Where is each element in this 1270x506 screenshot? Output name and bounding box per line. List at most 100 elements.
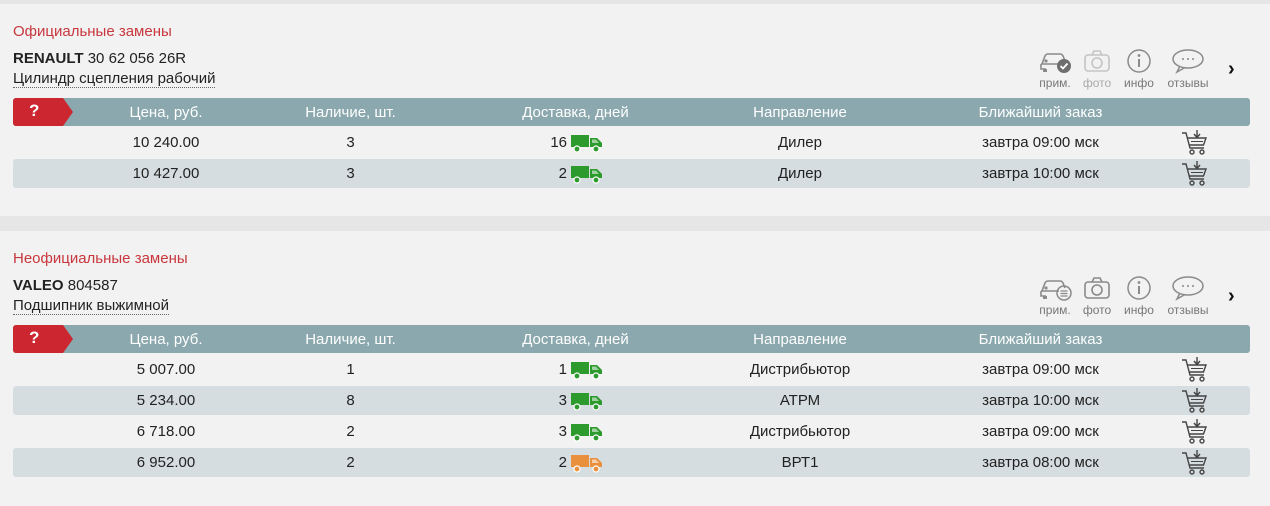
nearest-order-cell: завтра 09:00 мск xyxy=(982,134,1099,151)
delivery-truck-icon xyxy=(571,455,602,473)
offer-row[interactable]: 5 007.00 1 1 Дистрибьютор завтра 09:00 мск xyxy=(13,355,1250,384)
camera-icon xyxy=(1084,277,1110,299)
reviews-label: отзывы xyxy=(1167,76,1209,90)
nearest-order-cell: завтра 09:00 мск xyxy=(982,361,1099,378)
section-title: Официальные замены xyxy=(13,23,172,40)
question-badge[interactable]: ? xyxy=(13,325,73,353)
part-description: Цилиндр сцепления рабочий xyxy=(13,70,216,88)
part-tools: прим. фото инфо отзывы xyxy=(1030,275,1250,321)
delivery-truck-icon xyxy=(571,362,602,380)
unofficial-replacements-section: Неофициальные замены VALEO 804587 Подшип… xyxy=(0,231,1270,506)
reviews-button[interactable]: отзывы xyxy=(1163,48,1213,90)
reviews-button[interactable]: отзывы xyxy=(1163,275,1213,317)
col-delivery: Доставка, дней xyxy=(522,331,629,348)
delivery-truck-icon xyxy=(571,166,602,184)
col-price: Цена, руб. xyxy=(129,104,203,121)
direction-cell: Дистрибьютор xyxy=(749,361,851,378)
add-to-cart-icon[interactable] xyxy=(1181,418,1209,446)
availability-cell: 3 xyxy=(346,165,355,182)
direction-cell: АТРМ xyxy=(779,392,821,409)
delivery-truck-icon xyxy=(571,424,602,442)
price-cell: 10 240.00 xyxy=(132,134,200,151)
nearest-order-cell: завтра 08:00 мск xyxy=(982,454,1099,471)
part-number: RENAULT 30 62 056 26R xyxy=(13,50,186,67)
camera-icon xyxy=(1084,50,1110,72)
col-delivery: Доставка, дней xyxy=(522,104,629,121)
speech-bubble-icon xyxy=(1172,49,1204,74)
delivery-days: 2 xyxy=(558,454,567,471)
add-to-cart-icon[interactable] xyxy=(1181,449,1209,477)
offer-row[interactable]: 5 234.00 8 3 АТРМ завтра 10:00 мск xyxy=(13,386,1250,415)
car-list-icon xyxy=(1040,280,1072,301)
add-to-cart-icon[interactable] xyxy=(1181,160,1209,188)
delivery-cell: 2 xyxy=(503,453,603,473)
col-direction: Направление xyxy=(753,104,847,121)
col-direction: Направление xyxy=(753,331,847,348)
info-label: инфо xyxy=(1124,76,1154,90)
price-cell: 6 952.00 xyxy=(136,454,196,471)
nearest-order-cell: завтра 10:00 мск xyxy=(982,165,1099,182)
info-label: инфо xyxy=(1124,303,1154,317)
delivery-days: 3 xyxy=(558,392,567,409)
price-cell: 10 427.00 xyxy=(132,165,200,182)
availability-cell: 3 xyxy=(346,134,355,151)
speech-bubble-icon xyxy=(1172,276,1204,301)
chevron-right-icon[interactable]: › xyxy=(1228,285,1235,308)
add-to-cart-icon[interactable] xyxy=(1181,356,1209,384)
price-cell: 6 718.00 xyxy=(136,423,196,440)
price-cell: 5 234.00 xyxy=(136,392,196,409)
col-price: Цена, руб. xyxy=(129,331,203,348)
direction-cell: Дилер xyxy=(778,165,822,182)
delivery-cell: 3 xyxy=(503,422,603,442)
availability-cell: 2 xyxy=(346,454,355,471)
offer-row[interactable]: 10 427.00 3 2 Дилер завтра 10:00 мск xyxy=(13,159,1250,188)
info-icon xyxy=(1127,49,1151,73)
add-to-cart-icon[interactable] xyxy=(1181,387,1209,415)
delivery-cell: 16 xyxy=(503,133,603,153)
col-availability: Наличие, шт. xyxy=(305,104,396,121)
brand-name: VALEO xyxy=(13,277,64,294)
direction-cell: Дистрибьютор xyxy=(749,423,851,440)
nearest-order-cell: завтра 10:00 мск xyxy=(982,392,1099,409)
car-check-icon xyxy=(1040,53,1071,73)
article-number: 30 62 056 26R xyxy=(87,50,187,67)
direction-cell: Дилер xyxy=(778,134,822,151)
chevron-right-icon[interactable]: › xyxy=(1228,58,1235,81)
offer-row[interactable]: 6 718.00 2 3 Дистрибьютор завтра 09:00 мск xyxy=(13,417,1250,446)
delivery-days: 1 xyxy=(558,361,567,378)
delivery-days: 3 xyxy=(558,423,567,440)
part-description: Подшипник выжимной xyxy=(13,297,169,315)
delivery-cell: 1 xyxy=(503,360,603,380)
availability-cell: 1 xyxy=(346,361,355,378)
brand-name: RENAULT xyxy=(13,50,84,67)
delivery-truck-icon xyxy=(571,135,602,153)
article-number: 804587 xyxy=(67,277,118,294)
direction-cell: ВРТ1 xyxy=(781,454,819,471)
info-icon xyxy=(1127,276,1151,300)
section-title: Неофициальные замены xyxy=(13,250,188,267)
offer-row[interactable]: 10 240.00 3 16 Дилер завтра 09:00 мск xyxy=(13,128,1250,157)
price-cell: 5 007.00 xyxy=(136,361,196,378)
add-to-cart-icon[interactable] xyxy=(1181,129,1209,157)
reviews-label: отзывы xyxy=(1167,303,1209,317)
delivery-days: 2 xyxy=(558,165,567,182)
delivery-days: 16 xyxy=(550,134,567,151)
official-replacements-section: Официальные замены RENAULT 30 62 056 26R… xyxy=(0,4,1270,216)
col-availability: Наличие, шт. xyxy=(305,331,396,348)
delivery-cell: 2 xyxy=(503,164,603,184)
table-header: ? Цена, руб. Наличие, шт. Доставка, дней… xyxy=(13,325,1250,353)
table-header: ? Цена, руб. Наличие, шт. Доставка, дней… xyxy=(13,98,1250,126)
availability-cell: 8 xyxy=(346,392,355,409)
part-number: VALEO 804587 xyxy=(13,277,118,294)
part-tools: прим. фото инфо отзывы xyxy=(1030,48,1250,94)
question-badge[interactable]: ? xyxy=(13,98,73,126)
col-nearest-order: Ближайший заказ xyxy=(978,331,1103,348)
availability-cell: 2 xyxy=(346,423,355,440)
delivery-truck-icon xyxy=(571,393,602,411)
info-button[interactable]: инфо xyxy=(1114,48,1164,90)
delivery-cell: 3 xyxy=(503,391,603,411)
col-nearest-order: Ближайший заказ xyxy=(978,104,1103,121)
nearest-order-cell: завтра 09:00 мск xyxy=(982,423,1099,440)
info-button[interactable]: инфо xyxy=(1114,275,1164,317)
offer-row[interactable]: 6 952.00 2 2 ВРТ1 завтра 08:00 мск xyxy=(13,448,1250,477)
